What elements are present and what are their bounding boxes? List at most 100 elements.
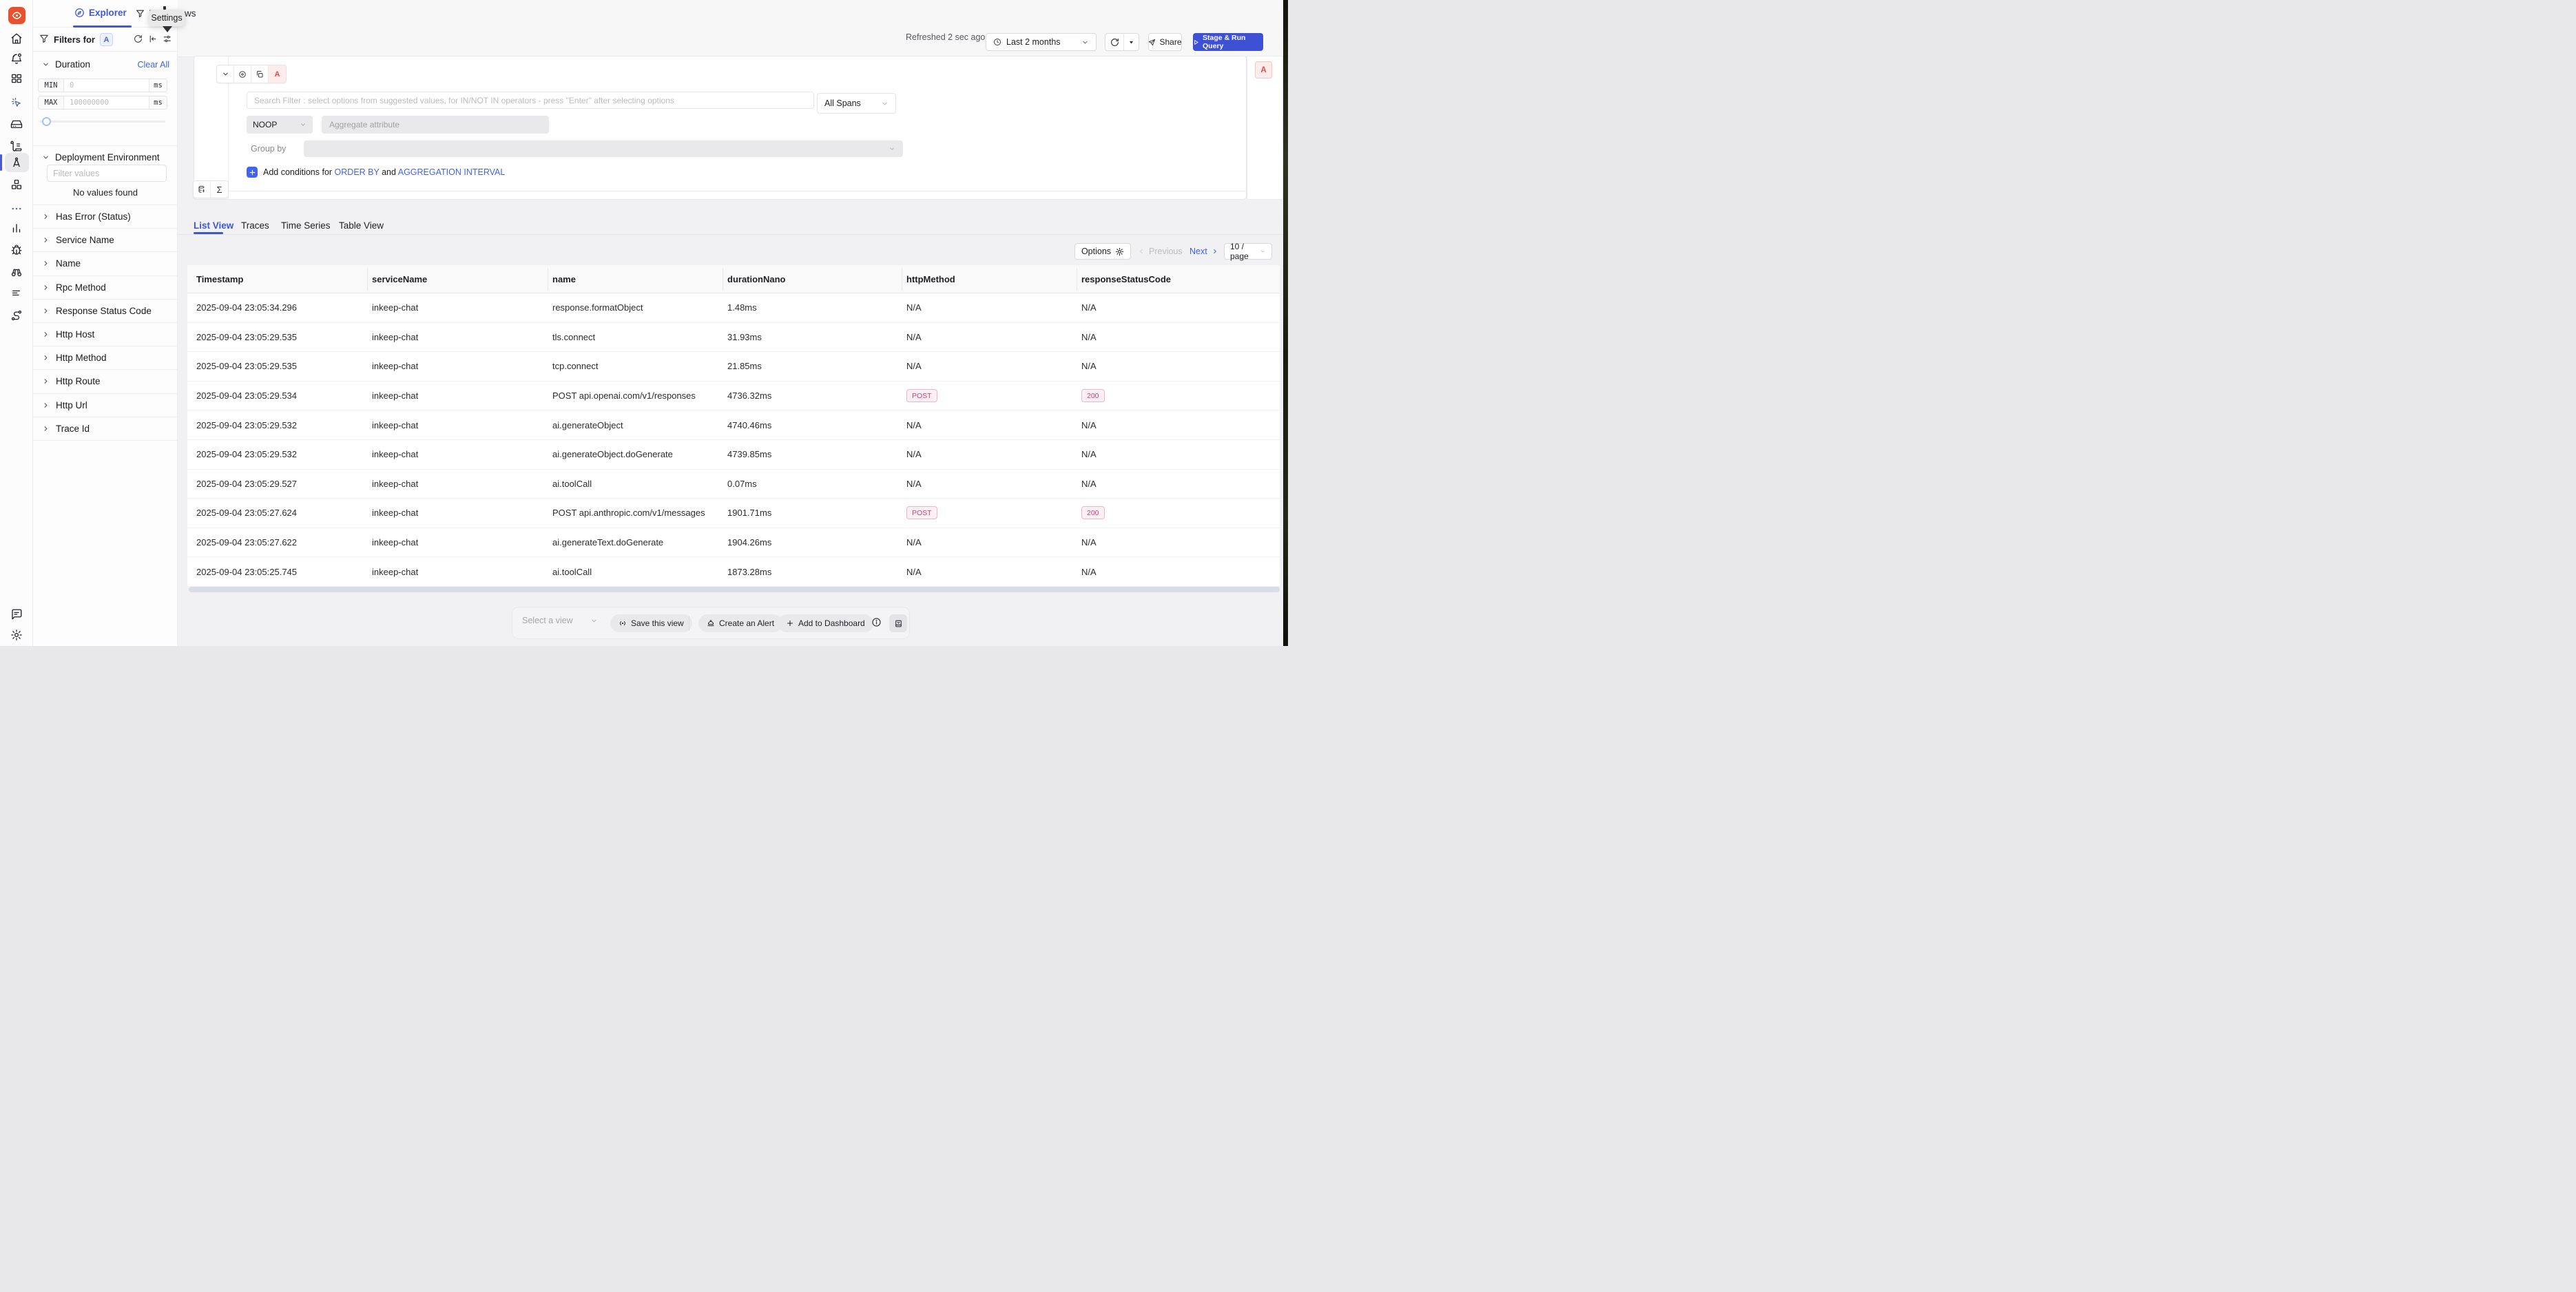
tab-explorer[interactable]: Explorer: [74, 8, 127, 18]
filter-section-label: Response Status Code: [56, 306, 152, 316]
span-scope-select[interactable]: All Spans: [817, 93, 896, 114]
tab-views[interactable]: ws: [185, 8, 196, 19]
pagination-previous[interactable]: Previous: [1138, 247, 1183, 256]
table-row[interactable]: 2025-09-04 23:05:29.535inkeep-chattcp.co…: [187, 352, 1280, 382]
time-range-select[interactable]: Last 2 months: [986, 33, 1097, 51]
rail-item-dashboards[interactable]: [0, 68, 33, 89]
filter-section-http-route[interactable]: Http Route: [33, 370, 178, 393]
rail-item-metrics[interactable]: [0, 218, 33, 238]
refresh-button[interactable]: [1105, 38, 1123, 47]
rail-item-settings[interactable]: [0, 625, 33, 645]
cell-responseStatusCode: N/A: [1081, 567, 1280, 577]
min-input[interactable]: 0: [64, 79, 149, 92]
rail-item-explore[interactable]: [0, 262, 33, 282]
add-formula-button[interactable]: Σ: [211, 181, 228, 198]
cell-timestamp: 2025-09-04 23:05:25.745: [196, 567, 372, 577]
toggle-visibility-icon[interactable]: [234, 65, 251, 83]
tab-list-view[interactable]: List View: [194, 220, 233, 231]
rail-item-more[interactable]: [0, 198, 33, 219]
dock-panel-button[interactable]: [889, 614, 907, 632]
duration-slider-handle[interactable]: [42, 117, 51, 126]
signoz-logo[interactable]: [8, 7, 25, 24]
rail-item-exceptions[interactable]: [0, 240, 33, 260]
pagination-next[interactable]: Next: [1190, 247, 1218, 256]
add-to-dashboard-button[interactable]: Add to Dashboard: [778, 614, 873, 632]
cell-serviceName: inkeep-chat: [372, 302, 552, 313]
filter-section-has-error-status-[interactable]: Has Error (Status): [33, 205, 178, 229]
cell-durationNano: 31.93ms: [727, 332, 906, 342]
table-row[interactable]: 2025-09-04 23:05:34.296inkeep-chatrespon…: [187, 293, 1280, 323]
table-row[interactable]: 2025-09-04 23:05:29.534inkeep-chatPOST a…: [187, 382, 1280, 411]
rail-item-traces[interactable]: [0, 152, 33, 173]
filter-section-http-host[interactable]: Http Host: [33, 323, 178, 346]
cell-timestamp: 2025-09-04 23:05:29.527: [196, 479, 372, 489]
order-by-link[interactable]: ORDER BY: [335, 167, 380, 177]
table-row[interactable]: 2025-09-04 23:05:25.745inkeep-chatai.too…: [187, 557, 1280, 587]
deployment-env-title[interactable]: Deployment Environment: [55, 152, 160, 163]
filter-section-response-status-code[interactable]: Response Status Code: [33, 300, 178, 323]
footer-action-bar: Select a view Save this view Create an A…: [512, 607, 910, 639]
add-conditions-button[interactable]: [247, 167, 258, 178]
tab-time-series[interactable]: Time Series: [281, 220, 331, 231]
create-alert-button[interactable]: Create an Alert: [698, 614, 782, 632]
query-badge-a[interactable]: A: [100, 33, 113, 46]
duration-section-title[interactable]: Duration: [55, 59, 90, 70]
cell-durationNano: 1.48ms: [727, 302, 906, 313]
tab-traces[interactable]: Traces: [241, 220, 269, 231]
filter-section-service-name[interactable]: Service Name: [33, 229, 178, 252]
table-row[interactable]: 2025-09-04 23:05:27.624inkeep-chatPOST a…: [187, 499, 1280, 528]
aggregation-interval-link[interactable]: AGGREGATION INTERVAL: [398, 167, 506, 177]
table-row[interactable]: 2025-09-04 23:05:27.622inkeep-chatai.gen…: [187, 528, 1280, 558]
filter-section-trace-id[interactable]: Trace Id: [33, 417, 178, 441]
query-label-chip[interactable]: A: [269, 65, 286, 83]
chevron-down-icon[interactable]: [42, 154, 50, 161]
refresh-caret-button[interactable]: [1123, 34, 1139, 50]
filter-settings-icon[interactable]: [163, 34, 172, 43]
duration-slider[interactable]: [39, 121, 165, 123]
rail-item-support-chat[interactable]: [0, 604, 33, 625]
rail-item-home[interactable]: [0, 28, 33, 49]
info-icon[interactable]: [871, 617, 882, 627]
table-row[interactable]: 2025-09-04 23:05:29.535inkeep-chattls.co…: [187, 323, 1280, 353]
rail-item-get-started[interactable]: [0, 92, 33, 113]
add-to-dashboard-label: Add to Dashboard: [798, 618, 865, 628]
deployment-filter-input[interactable]: Filter values: [47, 165, 167, 182]
filter-section-name[interactable]: Name: [33, 252, 178, 275]
rail-item-services[interactable]: [0, 174, 33, 195]
group-by-select[interactable]: [304, 140, 903, 157]
cursor-dot: [163, 6, 166, 10]
aggregate-operator-select[interactable]: NOOP: [247, 116, 313, 134]
rail-item-billing[interactable]: [0, 282, 33, 303]
page-size-select[interactable]: 10 / page: [1224, 243, 1272, 260]
cell-httpMethod: N/A: [906, 479, 1081, 489]
clear-all-link[interactable]: Clear All: [137, 60, 169, 70]
rail-item-infrastructure[interactable]: [0, 114, 33, 134]
filter-section-rpc-method[interactable]: Rpc Method: [33, 276, 178, 300]
table-row[interactable]: 2025-09-04 23:05:29.532inkeep-chatai.gen…: [187, 440, 1280, 470]
options-button[interactable]: Options: [1074, 243, 1131, 260]
collapse-panel-icon[interactable]: [148, 34, 157, 43]
horizontal-scrollbar[interactable]: [189, 587, 1280, 592]
rail-item-alerts[interactable]: [0, 48, 33, 69]
tab-table-view[interactable]: Table View: [339, 220, 384, 231]
query-label-a-chip[interactable]: A: [1255, 61, 1272, 79]
cell-timestamp: 2025-09-04 23:05:29.534: [196, 390, 372, 401]
save-view-button[interactable]: Save this view: [610, 614, 692, 632]
table-row[interactable]: 2025-09-04 23:05:29.532inkeep-chatai.gen…: [187, 410, 1280, 440]
table-row[interactable]: 2025-09-04 23:05:29.527inkeep-chatai.too…: [187, 470, 1280, 499]
chevron-down-icon[interactable]: [42, 61, 50, 68]
filter-section-http-url[interactable]: Http Url: [33, 394, 178, 417]
share-button[interactable]: Share: [1148, 33, 1182, 51]
search-filter-input[interactable]: Search Filter : select options from sugg…: [247, 92, 814, 109]
filter-section-http-method[interactable]: Http Method: [33, 346, 178, 370]
clone-query-icon[interactable]: [251, 65, 269, 83]
filters-sidebar: Explorer Funnels Filters for A: [33, 0, 178, 646]
rail-item-pipelines[interactable]: [0, 305, 33, 326]
stage-run-query-button[interactable]: Stage & Run Query: [1193, 33, 1263, 51]
aggregate-attribute-input[interactable]: Aggregate attribute: [322, 116, 549, 134]
sync-icon[interactable]: [134, 34, 143, 43]
select-view-dropdown[interactable]: Select a view: [522, 616, 598, 625]
add-query-button[interactable]: [194, 181, 211, 198]
collapse-query-button[interactable]: [217, 65, 234, 83]
max-input[interactable]: 100000000: [64, 96, 149, 109]
